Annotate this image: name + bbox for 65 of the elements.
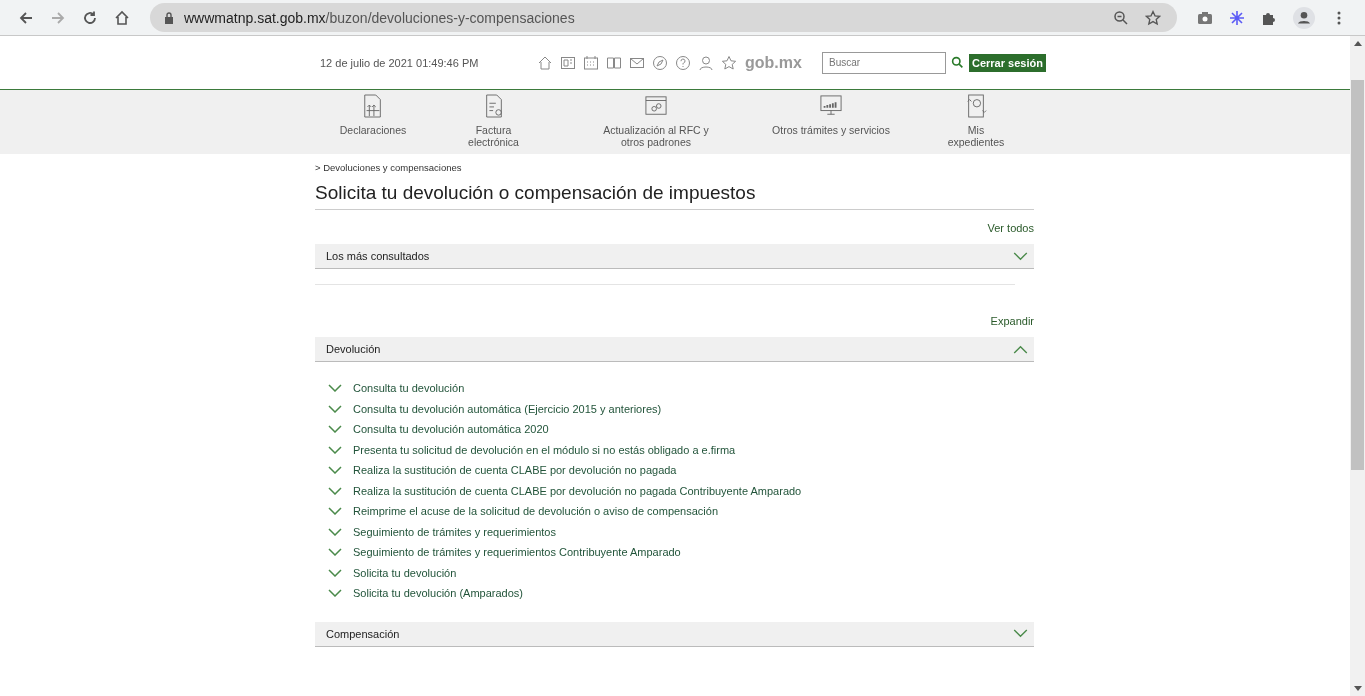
chevron-down-icon xyxy=(328,568,342,577)
nav-item[interactable]: Factura electrónica xyxy=(426,90,561,148)
scrollbar[interactable] xyxy=(1350,36,1365,696)
chevron-down-icon xyxy=(328,589,342,598)
document-icon xyxy=(965,93,987,119)
scroll-up-icon[interactable] xyxy=(1353,41,1362,46)
nav-item[interactable]: Declaraciones xyxy=(323,90,423,136)
camera-icon[interactable] xyxy=(1197,9,1213,26)
chevron-down-icon xyxy=(1013,251,1028,261)
logout-button[interactable]: Cerrar sesión xyxy=(969,53,1046,72)
item-link[interactable]: Reimprime el acuse de la solicitud de devolución o aviso de compensación xyxy=(353,505,719,518)
chevron-down-icon xyxy=(328,404,342,413)
book-icon[interactable] xyxy=(606,54,622,71)
address-bar[interactable]: wwwmatnp.sat.gob.mx/buzon/devoluciones-y-compensaciones xyxy=(150,3,1177,32)
item-link[interactable]: Seguimiento de trámites y requerimientos xyxy=(353,525,556,538)
sparkle-icon[interactable] xyxy=(1229,9,1245,26)
chevron-down-icon xyxy=(328,548,342,557)
nav-item[interactable]: Mis expedientes xyxy=(921,90,1031,148)
chevron-down-icon xyxy=(328,486,342,495)
profile-icon[interactable] xyxy=(1293,6,1315,29)
help-icon[interactable] xyxy=(675,54,691,71)
item-link[interactable]: Realiza la sustitución de cuenta CLABE por devolución no pagada xyxy=(353,464,677,477)
home-icon[interactable] xyxy=(114,9,130,26)
scrollbar-thumb[interactable] xyxy=(1351,80,1364,470)
chevron-down-icon xyxy=(1013,629,1028,638)
accordion-header[interactable]: Los más consultados xyxy=(315,244,1034,269)
chevron-down-icon xyxy=(328,507,342,516)
home-icon[interactable] xyxy=(537,54,553,71)
chevron-down-icon xyxy=(328,466,342,475)
calendar-icon[interactable] xyxy=(583,54,599,71)
item-link[interactable]: Presenta tu solicitud de devolución en el módulo si no estás obligado a e.firma xyxy=(353,443,736,456)
action-link[interactable]: Ver todos xyxy=(987,222,1034,234)
document-arrows-icon xyxy=(362,93,384,119)
page-title: Solicita tu devolución o compensación de impuestos xyxy=(315,182,1034,210)
document-icon[interactable] xyxy=(560,54,576,71)
nav-item[interactable]: Actualización al RFC y otros padrones xyxy=(581,90,731,148)
chevron-down-icon xyxy=(328,425,342,434)
chevron-down-icon xyxy=(328,527,342,536)
back-icon[interactable] xyxy=(18,9,34,26)
item-link[interactable]: Seguimiento de trámites y requerimientos Contribuyente Amparado xyxy=(353,546,681,559)
breadcrumb-link[interactable]: > Devoluciones y compensaciones xyxy=(315,162,1034,173)
item-link[interactable]: Realiza la sustitución de cuenta CLABE por devolución no pagada Contribuyente Amparado xyxy=(353,484,802,497)
date-time: 12 de julio de 2021 01:49:46 PM xyxy=(320,56,480,69)
reload-icon[interactable] xyxy=(82,9,98,26)
search-field[interactable]: Buscar xyxy=(822,51,946,74)
nav-item[interactable]: Otros trámites y servicios xyxy=(756,90,906,136)
user-icon[interactable] xyxy=(698,54,714,71)
lock-icon xyxy=(164,11,174,24)
item-link[interactable]: Solicita tu devolución (Amparados) xyxy=(353,587,523,600)
chevron-up-icon xyxy=(1013,344,1028,354)
action-link[interactable]: Expandir xyxy=(990,315,1034,327)
compass-icon[interactable] xyxy=(652,54,668,71)
star-icon[interactable] xyxy=(721,54,737,71)
star-icon[interactable] xyxy=(1145,9,1161,26)
item-link[interactable]: Consulta tu devolución xyxy=(353,382,465,395)
accordion-header[interactable]: Devolución xyxy=(315,337,1034,362)
item-link[interactable]: Consulta tu devolución automática (Ejercicio 2015 y anteriores) xyxy=(353,402,662,415)
zoom-out-icon[interactable] xyxy=(1113,9,1129,26)
item-link[interactable]: Consulta tu devolución automática 2020 xyxy=(353,423,549,436)
search-icon[interactable] xyxy=(951,56,964,69)
scroll-down-icon[interactable] xyxy=(1353,686,1362,691)
chevron-down-icon xyxy=(328,445,342,454)
item-link[interactable]: Solicita tu devolución xyxy=(353,566,457,579)
accordion-header[interactable]: Compensación xyxy=(315,621,1034,647)
chevron-down-icon xyxy=(328,384,342,393)
